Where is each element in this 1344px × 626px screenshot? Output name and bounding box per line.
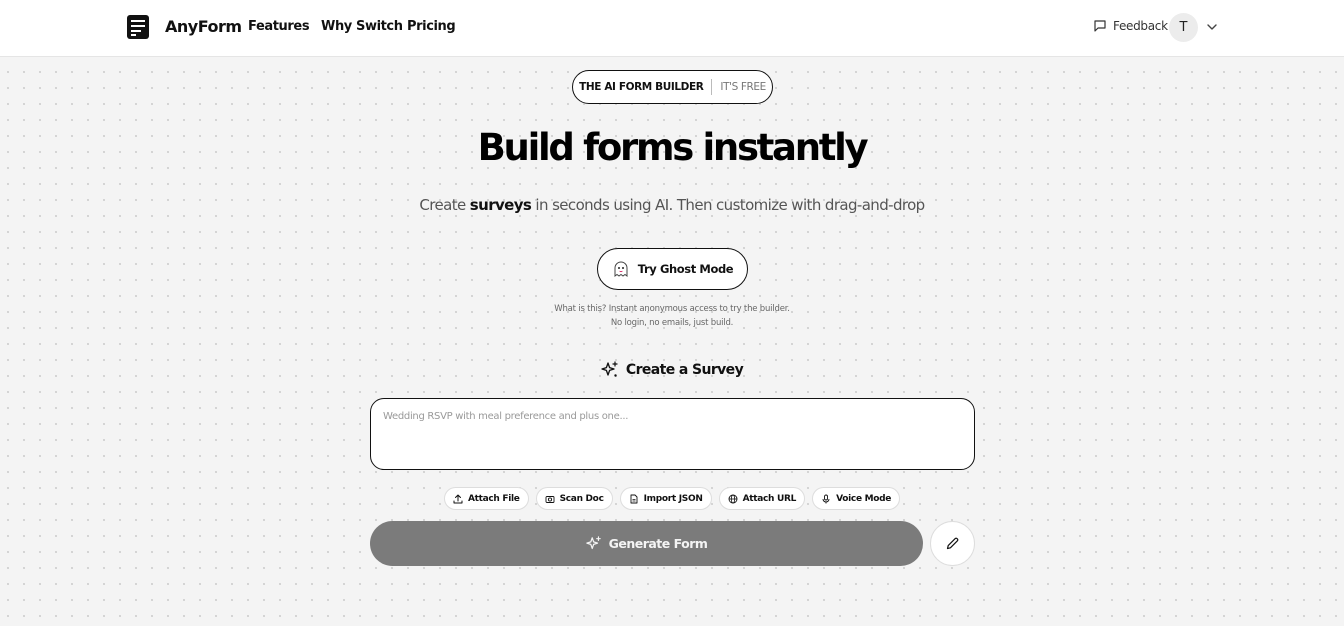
mic-icon [822, 494, 830, 503]
brand-name[interactable]: AnyForm [165, 17, 242, 36]
avatar[interactable]: T [1169, 13, 1198, 42]
attach-file-button[interactable]: Attach File [443, 487, 529, 510]
camera-icon [545, 495, 555, 503]
subtitle-highlight: surveys [469, 196, 532, 214]
generate-form-label: Generate Form [608, 536, 708, 551]
badge-divider [711, 79, 713, 95]
voice-mode-button[interactable]: Voice Mode [812, 487, 901, 510]
ghost-note-line1: What is this? Instant anonymous access t… [554, 304, 790, 314]
globe-icon [728, 494, 738, 503]
manual-edit-button[interactable] [930, 521, 975, 566]
ghost-button-label: Try Ghost Mode [637, 262, 734, 276]
nav-pricing[interactable]: Pricing [407, 19, 456, 34]
import-json-label: Import JSON [643, 493, 703, 504]
badge-primary: THE AI FORM BUILDER [579, 81, 704, 93]
survey-prompt-input[interactable] [370, 398, 975, 470]
try-ghost-mode-button[interactable]: Try Ghost Mode [597, 248, 748, 290]
badge-secondary: IT'S FREE [720, 81, 766, 93]
import-json-button[interactable]: Import JSON [619, 487, 712, 510]
subtitle-pre: Create [419, 196, 470, 214]
feedback-label: Feedback [1113, 19, 1168, 33]
ghost-icon [614, 261, 628, 277]
subtitle-post: in seconds using AI. Then customize with… [531, 196, 925, 214]
attachment-chips: Attach File Scan Doc Import JSON Attach … [0, 487, 1344, 510]
file-icon [630, 494, 638, 503]
page-title: Build forms instantly [477, 126, 869, 169]
voice-mode-label: Voice Mode [836, 493, 892, 504]
pencil-icon [946, 537, 959, 550]
nav-why-switch[interactable]: Why Switch [321, 19, 403, 34]
ghost-note-line2: No login, no emails, just build. [610, 318, 734, 328]
generate-form-button[interactable]: Generate Form [370, 521, 923, 566]
upload-icon [453, 494, 463, 503]
sparkles-icon [585, 535, 601, 549]
attach-file-label: Attach File [467, 493, 520, 504]
feedback-button[interactable]: Feedback [1093, 19, 1168, 33]
create-survey-title: Create a Survey [625, 362, 744, 378]
top-header: AnyForm Features Why Switch Pricing Feed… [0, 0, 1344, 57]
page-subtitle: Create surveys in seconds using AI. Then… [0, 196, 1344, 214]
ghost-mode-note: What is this? Instant anonymous access t… [0, 302, 1344, 330]
create-survey-heading: Create a Survey [0, 361, 1344, 379]
sparkles-icon [601, 361, 618, 377]
hero-badge: THE AI FORM BUILDER IT'S FREE [572, 70, 773, 104]
message-icon [1094, 20, 1106, 32]
nav-features[interactable]: Features [248, 19, 310, 34]
scan-doc-label: Scan Doc [559, 493, 604, 504]
chevron-down-icon[interactable] [1205, 20, 1219, 34]
attach-url-button[interactable]: Attach URL [718, 487, 806, 510]
attach-url-label: Attach URL [742, 493, 797, 504]
scan-doc-button[interactable]: Scan Doc [535, 487, 613, 510]
form-logo-icon[interactable] [127, 15, 149, 39]
